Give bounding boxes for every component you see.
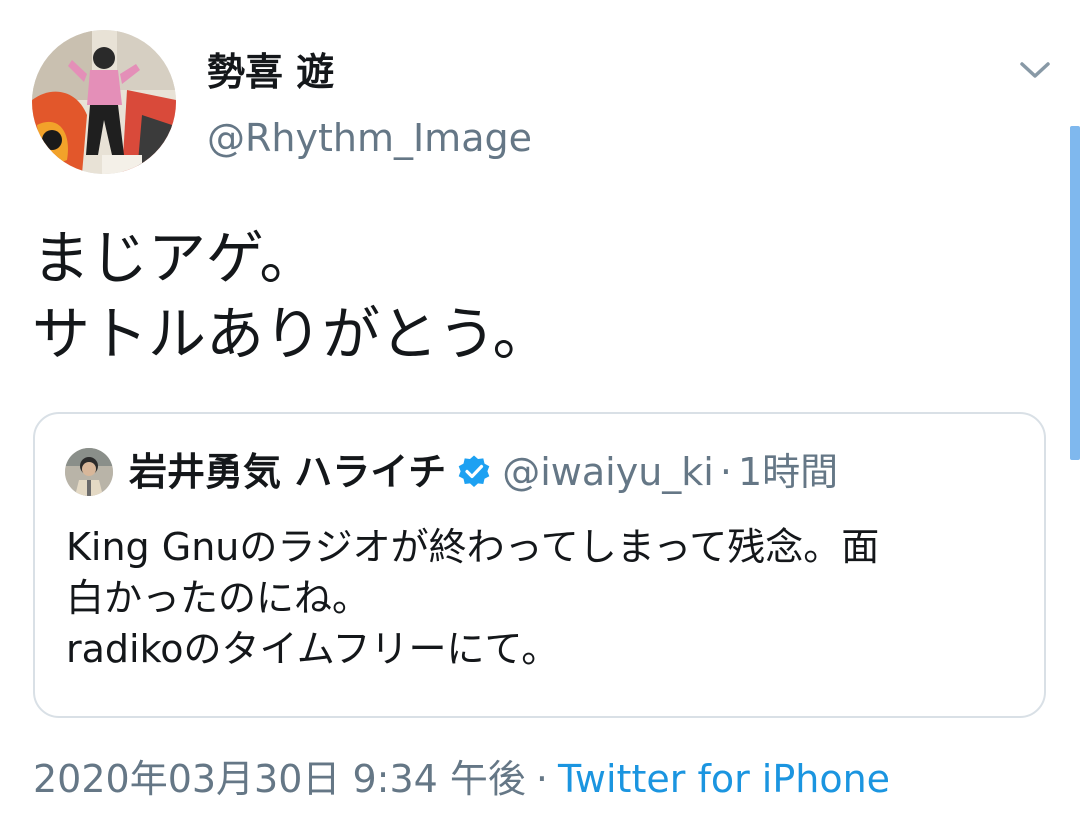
tweet-text-line: まじアゲ。 [32, 224, 318, 292]
tweet-text-line: サトルありがとう。 [32, 300, 551, 368]
tweet-meta: 2020年03月30日 9:34 午後 · Twitter for iPhone [33, 752, 890, 806]
quoted-tweet-line: 白かったのにね。 [66, 576, 371, 620]
separator-dot: · [535, 757, 548, 801]
quoted-author-name[interactable]: 岩井勇気 ハライチ [129, 447, 446, 497]
quoted-tweet-text: King Gnuのラジオが終わってしまって残念。面 白かったのにね。 radik… [66, 522, 879, 675]
quoted-tweet-card[interactable]: 岩井勇気 ハライチ @iwaiyu_ki · 1時間 King Gnuのラジオが… [33, 412, 1046, 718]
author-handle[interactable]: @Rhythm_Image [207, 114, 532, 162]
verified-badge-icon [458, 455, 490, 487]
quoted-author-handle[interactable]: @iwaiyu_ki [502, 447, 714, 497]
quoted-tweet-header: 岩井勇気 ハライチ @iwaiyu_ki · 1時間 [129, 447, 838, 497]
quoted-tweet-line: radikoのタイムフリーにて。 [66, 627, 560, 671]
chevron-down-icon[interactable] [1016, 58, 1054, 82]
quoted-author-avatar[interactable] [65, 448, 113, 496]
quoted-tweet-line: King Gnuのラジオが終わってしまって残念。面 [66, 525, 880, 569]
author-display-name[interactable]: 勢喜 遊 [207, 48, 334, 96]
tweet-source-link[interactable]: Twitter for iPhone [558, 752, 890, 806]
author-avatar[interactable] [32, 30, 176, 174]
tweet-text: まじアゲ。 サトルありがとう。 [32, 220, 551, 372]
separator-dot: · [719, 450, 732, 494]
scrollbar[interactable] [1070, 126, 1080, 460]
tweet-detail: 勢喜 遊 @Rhythm_Image まじアゲ。 サトルありがとう。 岩井勇気 … [0, 0, 1080, 835]
quoted-tweet-time[interactable]: 1時間 [738, 447, 838, 497]
tweet-timestamp[interactable]: 2020年03月30日 9:34 午後 [33, 752, 526, 806]
